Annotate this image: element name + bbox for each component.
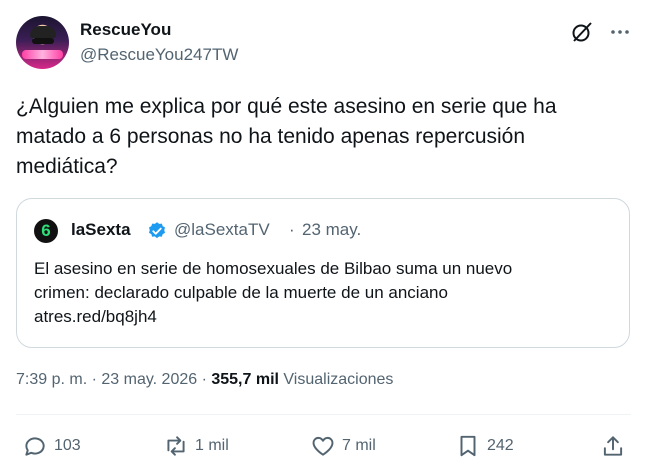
views-label: Visualizaciones [283,371,394,388]
tweet-text: ¿Alguien me explica por qué este asesino… [16,95,557,178]
avatar[interactable] [16,16,69,69]
avatar-logo-band [22,50,63,59]
avatar-sunglasses [32,38,54,44]
bookmark-count: 242 [487,437,514,454]
quoted-date: 23 may. [302,220,362,239]
views-count: 355,7 mil [211,371,279,388]
bookmark-button[interactable]: 242 [455,433,514,459]
reply-icon [25,437,45,456]
tweet-time[interactable]: 7:39 p. m. [16,371,87,388]
divider [16,414,631,415]
meta-separator: · [87,371,102,388]
share-icon [603,436,623,456]
repost-count: 1 mil [195,437,229,454]
avatar-cap [30,26,56,38]
lasexta-logo-text: 6 [41,221,51,240]
grok-icon[interactable] [570,20,594,44]
share-button[interactable] [600,433,632,459]
quoted-tweet[interactable]: 6 laSexta @laSextaTV · 23 may. El asesin… [16,198,630,348]
bookmark-icon [460,435,476,457]
quoted-author-name: laSexta [71,220,131,239]
meta-separator-2: · [197,371,212,388]
like-count: 7 mil [342,437,376,454]
reply-button[interactable]: 103 [22,433,81,459]
like-button[interactable]: 7 mil [310,433,376,459]
quoted-text-line-2: crimen: declarado culpable de la muerte … [34,283,448,302]
repost-button[interactable]: 1 mil [163,433,229,459]
reply-count: 103 [54,437,81,454]
lasexta-logo-icon: 6 [34,219,58,243]
repost-icon [167,436,185,456]
quoted-separator: · [289,220,295,239]
quoted-text: El asesino en serie de homosexuales de B… [34,257,619,329]
more-icon[interactable] [608,20,632,44]
author-name[interactable]: RescueYou [80,20,171,40]
tweet-date[interactable]: 23 may. 2026 [101,371,197,388]
quoted-link[interactable]: atres.red/bq8jh4 [34,305,619,329]
quoted-author-handle: @laSextaTV [174,220,270,239]
tweet-meta: 7:39 p. m. · 23 may. 2026 · 355,7 mil Vi… [16,371,393,389]
verified-badge-icon [149,222,165,239]
quoted-text-line-1: El asesino en serie de homosexuales de B… [34,259,513,278]
author-handle[interactable]: @RescueYou247TW [80,45,238,65]
heart-icon [312,436,334,456]
